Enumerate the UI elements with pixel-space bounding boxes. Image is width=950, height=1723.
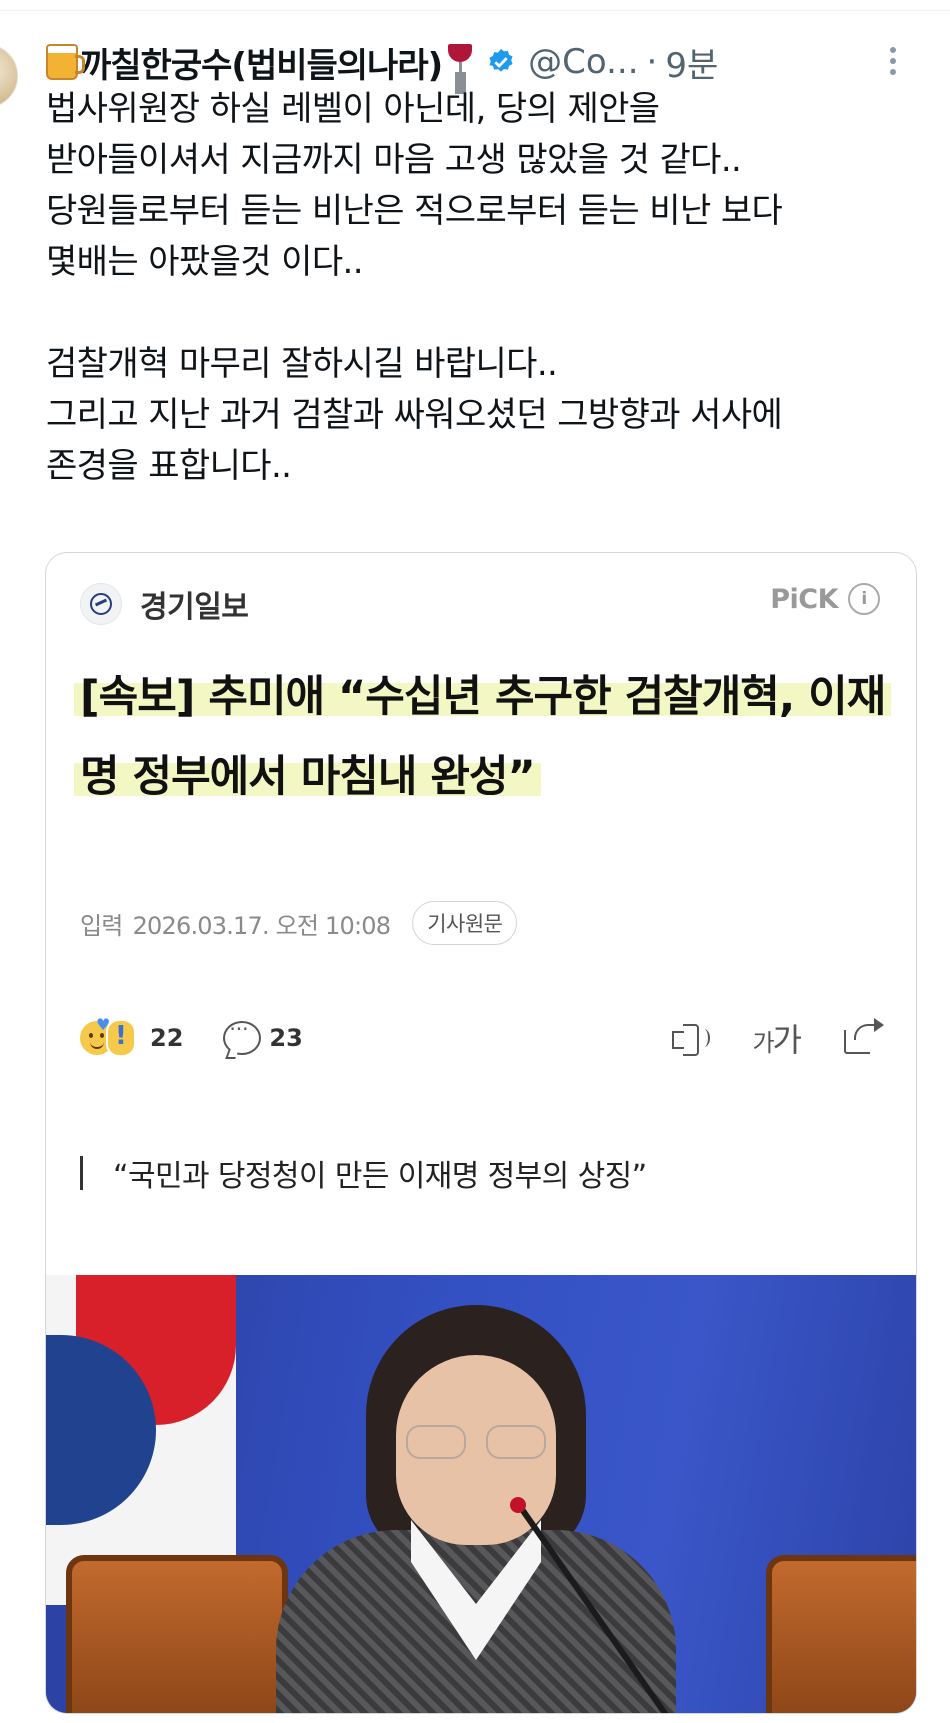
chair-left [66, 1555, 288, 1713]
avatar[interactable] [0, 44, 18, 108]
verified-icon [489, 48, 513, 72]
top-divider [0, 10, 950, 11]
tweet-header: 까칠한궁수(법비들의나라) @Co... · 9분 [46, 38, 916, 86]
comment-icon[interactable] [223, 1017, 262, 1055]
article-headline[interactable]: [속보] 추미애 “수십년 추구한 검찰개혁, 이재명 정부에서 마침내 완성” [74, 657, 894, 817]
handle[interactable]: @Co... [528, 42, 638, 82]
font-size-small: 가 [752, 1029, 774, 1057]
chair-right [766, 1555, 916, 1713]
meta-date: 2026.03.17. 오전 10:08 [132, 911, 391, 940]
font-size-large: 가 [772, 1021, 802, 1059]
reaction-icon[interactable]: ♥ [80, 1015, 136, 1057]
publisher-logo-icon [80, 583, 122, 625]
separator-dot: · [646, 42, 658, 82]
font-size-button[interactable]: 가가 [752, 1015, 802, 1061]
publisher-row: 경기일보 [80, 581, 880, 627]
pick-label: PiCK [770, 583, 838, 615]
timestamp[interactable]: 9분 [665, 38, 718, 87]
quote-bar [80, 1156, 83, 1190]
headline-text: [속보] 추미애 “수십년 추구한 검찰개혁, 이재명 정부에서 마침내 완성” [74, 672, 892, 802]
reaction-count: 22 [150, 1024, 184, 1052]
display-name[interactable]: 까칠한궁수(법비들의나라) [80, 38, 443, 87]
article-subtitle: “국민과 당정청이 만든 이재명 정부의 상징” [80, 1151, 647, 1195]
article-photo[interactable] [46, 1275, 916, 1713]
share-icon[interactable] [844, 1018, 884, 1054]
pick-badge: PiCK i [770, 583, 880, 615]
publisher-name: 경기일보 [140, 590, 249, 625]
beer-emoji-icon [46, 44, 85, 80]
comment-count: 23 [269, 1024, 303, 1052]
article-meta: 입력 2026.03.17. 오전 10:08 기사원문 [80, 901, 518, 945]
wine-emoji-icon [448, 44, 473, 80]
tweet-text: 법사위원장 하실 레벨이 아닌데, 당의 제안을 받아들이셔서 지금까지 마음 … [46, 89, 783, 486]
subtitle-text: “국민과 당정청이 만든 이재명 정부의 상징” [113, 1159, 647, 1194]
original-article-button[interactable]: 기사원문 [412, 901, 518, 945]
info-icon[interactable]: i [848, 583, 880, 615]
speaker-icon[interactable] [672, 1022, 711, 1056]
more-options-icon[interactable] [885, 42, 901, 82]
article-actions: ♥ 22 23 가가 [80, 1013, 884, 1063]
news-card[interactable]: 경기일보 PiCK i [속보] 추미애 “수십년 추구한 검찰개혁, 이재명 … [45, 552, 917, 1714]
meta-label: 입력 [80, 911, 123, 940]
